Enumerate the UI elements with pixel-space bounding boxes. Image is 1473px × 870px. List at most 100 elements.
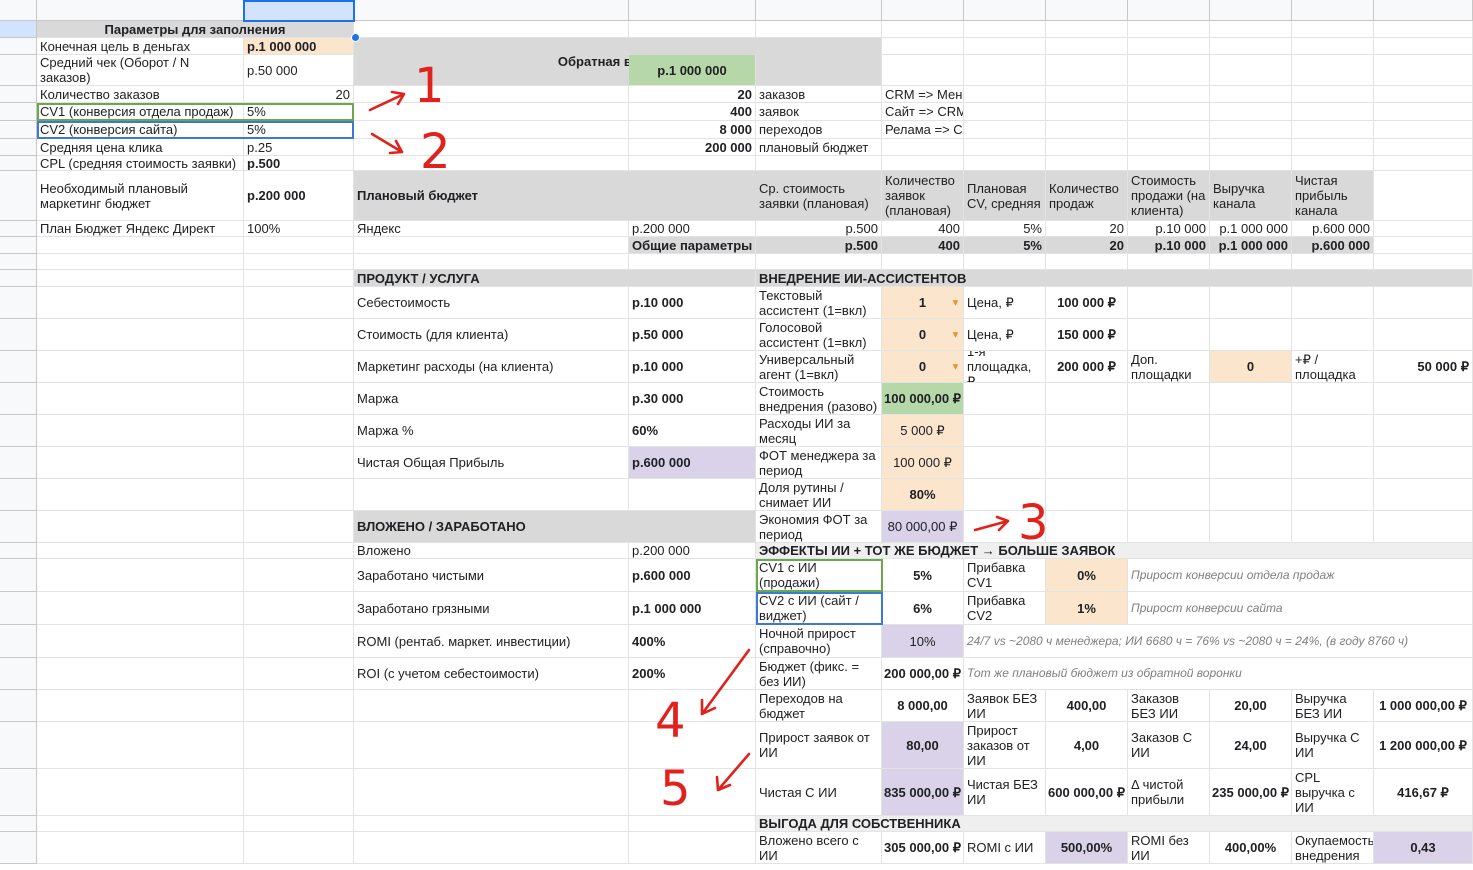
column-header-i[interactable]: [1128, 0, 1210, 21]
cell-d22[interactable]: р.200 000: [629, 543, 756, 559]
cell-c17[interactable]: Маржа: [354, 383, 629, 415]
row-header-19[interactable]: [0, 447, 37, 479]
cell-f27[interactable]: 8 000,00: [882, 690, 964, 722]
cell-c28[interactable]: [354, 722, 629, 769]
cell-c6[interactable]: [354, 121, 629, 139]
cell-b16[interactable]: [244, 351, 354, 383]
cell-i17[interactable]: [1128, 383, 1210, 415]
cell-h23[interactable]: 0%: [1046, 559, 1128, 592]
cell-f20[interactable]: 80%: [882, 479, 964, 511]
cell-b10[interactable]: 100%: [244, 221, 354, 237]
cell-e31[interactable]: Вложено всего с ИИ: [756, 832, 882, 864]
cell-k7[interactable]: [1292, 139, 1374, 156]
cell-f31[interactable]: 305 000,00 ₽: [882, 832, 964, 864]
cell-h6[interactable]: [1046, 121, 1128, 139]
cell-b27[interactable]: [244, 690, 354, 722]
cell-a12[interactable]: [37, 254, 244, 270]
row-header-16[interactable]: [0, 351, 37, 383]
cell-a27[interactable]: [37, 690, 244, 722]
cell-h3[interactable]: [1046, 55, 1128, 86]
cell-c10[interactable]: Яндекс: [354, 221, 629, 237]
cell-j11[interactable]: р.1 000 000: [1210, 237, 1292, 254]
cell-c27[interactable]: [354, 690, 629, 722]
cell-k21[interactable]: [1292, 511, 1374, 543]
cell-e20[interactable]: Доля рутины / снимает ИИ: [756, 479, 882, 511]
column-header-k[interactable]: [1292, 0, 1374, 21]
cell-i3[interactable]: [1128, 55, 1210, 86]
column-header-c[interactable]: [354, 0, 629, 21]
cell-i15[interactable]: [1128, 319, 1210, 351]
cell-c11[interactable]: [354, 237, 629, 254]
cell-c18[interactable]: Маржа %: [354, 415, 629, 447]
row-header-9[interactable]: [0, 171, 37, 221]
cell-j31[interactable]: 400,00%: [1210, 832, 1292, 864]
cell-e21[interactable]: Экономия ФОТ за период: [756, 511, 882, 543]
cell-j28[interactable]: 24,00: [1210, 722, 1292, 769]
cell-l6[interactable]: [1374, 121, 1473, 139]
cell-a31[interactable]: [37, 832, 244, 864]
cell-g23[interactable]: Прибавка CV1: [964, 559, 1046, 592]
cell-l17[interactable]: [1374, 383, 1473, 415]
cell-a25[interactable]: [37, 625, 244, 658]
cell-b22[interactable]: [244, 543, 354, 559]
cell-k4[interactable]: [1292, 86, 1374, 103]
cell-g16[interactable]: 1-я площадка, ₽: [964, 351, 1046, 383]
cell-h11[interactable]: 20: [1046, 237, 1128, 254]
cell-h12[interactable]: [1046, 254, 1128, 270]
cell-i7[interactable]: [1128, 139, 1210, 156]
cell-k3[interactable]: [1292, 55, 1374, 86]
cell-e23[interactable]: CV1 с ИИ (продажи): [756, 559, 882, 592]
cell-d20[interactable]: [629, 479, 756, 511]
cell-f19[interactable]: 100 000 ₽: [882, 447, 964, 479]
cell-h9[interactable]: Количество продаж: [1046, 171, 1128, 221]
cell-b24[interactable]: [244, 592, 354, 625]
cell-e7[interactable]: плановый бюджет: [756, 139, 882, 156]
cell-k18[interactable]: [1292, 415, 1374, 447]
cell-l10[interactable]: [1374, 221, 1473, 237]
cell-d29[interactable]: [629, 769, 756, 816]
cell-k29[interactable]: CPL выручка с ИИ: [1292, 769, 1374, 816]
cell-c12[interactable]: [354, 254, 629, 270]
cell-h5[interactable]: [1046, 103, 1128, 121]
row-header-15[interactable]: [0, 319, 37, 351]
cell-g4[interactable]: [964, 86, 1046, 103]
cell-g3[interactable]: [964, 55, 1046, 86]
cell-l15[interactable]: [1374, 319, 1473, 351]
cell-k19[interactable]: [1292, 447, 1374, 479]
cell-g20[interactable]: [964, 479, 1046, 511]
cell-c22[interactable]: Вложено: [354, 543, 629, 559]
column-header-g[interactable]: [964, 0, 1046, 21]
cell-i24[interactable]: Прирост конверсии сайта: [1128, 592, 1473, 625]
cell-d3[interactable]: р.1 000 000: [629, 55, 756, 86]
cell-i20[interactable]: [1128, 479, 1210, 511]
cell-l21[interactable]: [1374, 511, 1473, 543]
cell-e27[interactable]: Переходов на бюджет: [756, 690, 882, 722]
cell-g27[interactable]: Заявок БЕЗ ИИ: [964, 690, 1046, 722]
cell-a4[interactable]: Количество заказов: [37, 86, 244, 103]
cell-j19[interactable]: [1210, 447, 1292, 479]
cell-a3[interactable]: Средний чек (Оборот / N заказов): [37, 55, 244, 86]
cell-l8[interactable]: [1374, 156, 1473, 171]
column-header-a[interactable]: [37, 0, 244, 21]
cell-h16[interactable]: 200 000 ₽: [1046, 351, 1128, 383]
row-header-28[interactable]: [0, 722, 37, 769]
cell-l4[interactable]: [1374, 86, 1473, 103]
cell-b2[interactable]: р.1 000 000: [244, 38, 354, 55]
cell-l7[interactable]: [1374, 139, 1473, 156]
cell-g18[interactable]: [964, 415, 1046, 447]
cell-j10[interactable]: р.1 000 000: [1210, 221, 1292, 237]
cell-g10[interactable]: 5%: [964, 221, 1046, 237]
cell-c1[interactable]: [354, 21, 629, 38]
cell-i28[interactable]: Заказов С ИИ: [1128, 722, 1210, 769]
cell-l29[interactable]: 416,67 ₽: [1374, 769, 1473, 816]
cell-c2[interactable]: Обратная воронка: [354, 38, 882, 86]
cell-i18[interactable]: [1128, 415, 1210, 447]
cell-k31[interactable]: Окупаемость внедрения: [1292, 832, 1374, 864]
cell-d30[interactable]: [629, 816, 756, 832]
cell-k15[interactable]: [1292, 319, 1374, 351]
cell-e30[interactable]: ВЫГОДА ДЛЯ СОБСТВЕННИКА: [756, 816, 1473, 832]
cell-i1[interactable]: [1128, 21, 1210, 38]
cell-c19[interactable]: Чистая Общая Прибыль: [354, 447, 629, 479]
cell-k11[interactable]: р.600 000: [1292, 237, 1374, 254]
cell-d16[interactable]: р.10 000: [629, 351, 756, 383]
